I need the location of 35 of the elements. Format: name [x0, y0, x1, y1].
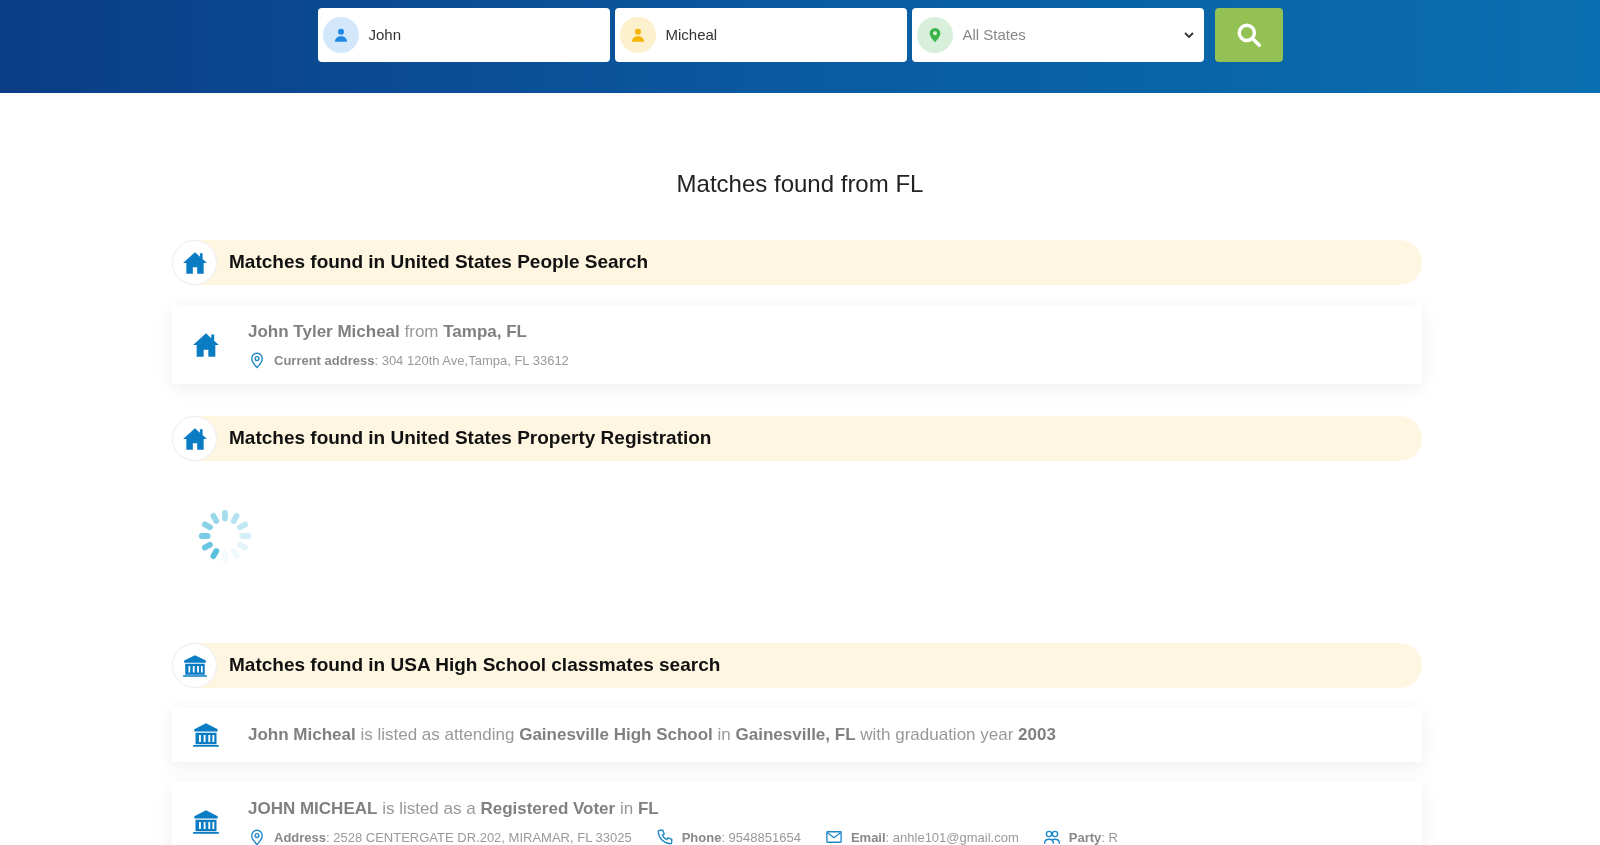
person-icon: [322, 17, 359, 53]
person-icon: [619, 17, 656, 53]
section-title: Matches found in United States People Search: [229, 250, 649, 275]
chevron-down-icon: [1182, 29, 1195, 41]
result-text: JOHN MICHEAL is listed as a Registered Voter in FL: [248, 798, 660, 820]
detail-text: Current address: 304 120th Ave,Tampa, FL 33612: [274, 351, 569, 370]
house-icon: [181, 250, 208, 275]
house-icon: [181, 426, 208, 451]
state-select[interactable]: All States: [911, 8, 1204, 62]
select-value: All States: [962, 24, 1027, 45]
result-text: John Tyler Micheal from Tampa, FL: [248, 321, 528, 343]
school-building-icon: [192, 808, 220, 835]
results-heading: Matches found from FL: [675, 169, 925, 199]
name-field[interactable]: Micheal: [614, 8, 907, 62]
name-field[interactable]: John: [317, 8, 610, 62]
people-icon: [1042, 828, 1061, 845]
field-value: Micheal: [665, 24, 719, 45]
search-icon: [1235, 22, 1262, 48]
school-building-icon: [192, 722, 220, 748]
detail-text: Email: anhle101@gmail.com: [850, 828, 1019, 845]
location-pin-icon: [248, 351, 266, 370]
section-title: Matches found in USA High School classmates search: [229, 653, 721, 678]
phone-icon: [655, 828, 674, 845]
location-pin-icon: [248, 828, 266, 845]
result-text: John Micheal is listed as attending Gainesville High School in Gainesville, FL with graduation year 2003: [248, 724, 1056, 747]
location-pin-icon: [916, 17, 953, 53]
detail-text: Party: R: [1068, 828, 1118, 845]
detail-text: Phone: 9548851654: [681, 828, 801, 845]
school-building-icon: [181, 653, 208, 678]
detail-text: Address: 2528 CENTERGATE DR.202, MIRAMAR, FL 33025: [274, 828, 632, 845]
field-value: John: [368, 24, 403, 45]
house-icon: [192, 331, 220, 358]
search-button[interactable]: [1214, 8, 1283, 62]
envelope-icon: [824, 828, 843, 845]
section-title: Matches found in United States Property Registration: [229, 426, 712, 451]
